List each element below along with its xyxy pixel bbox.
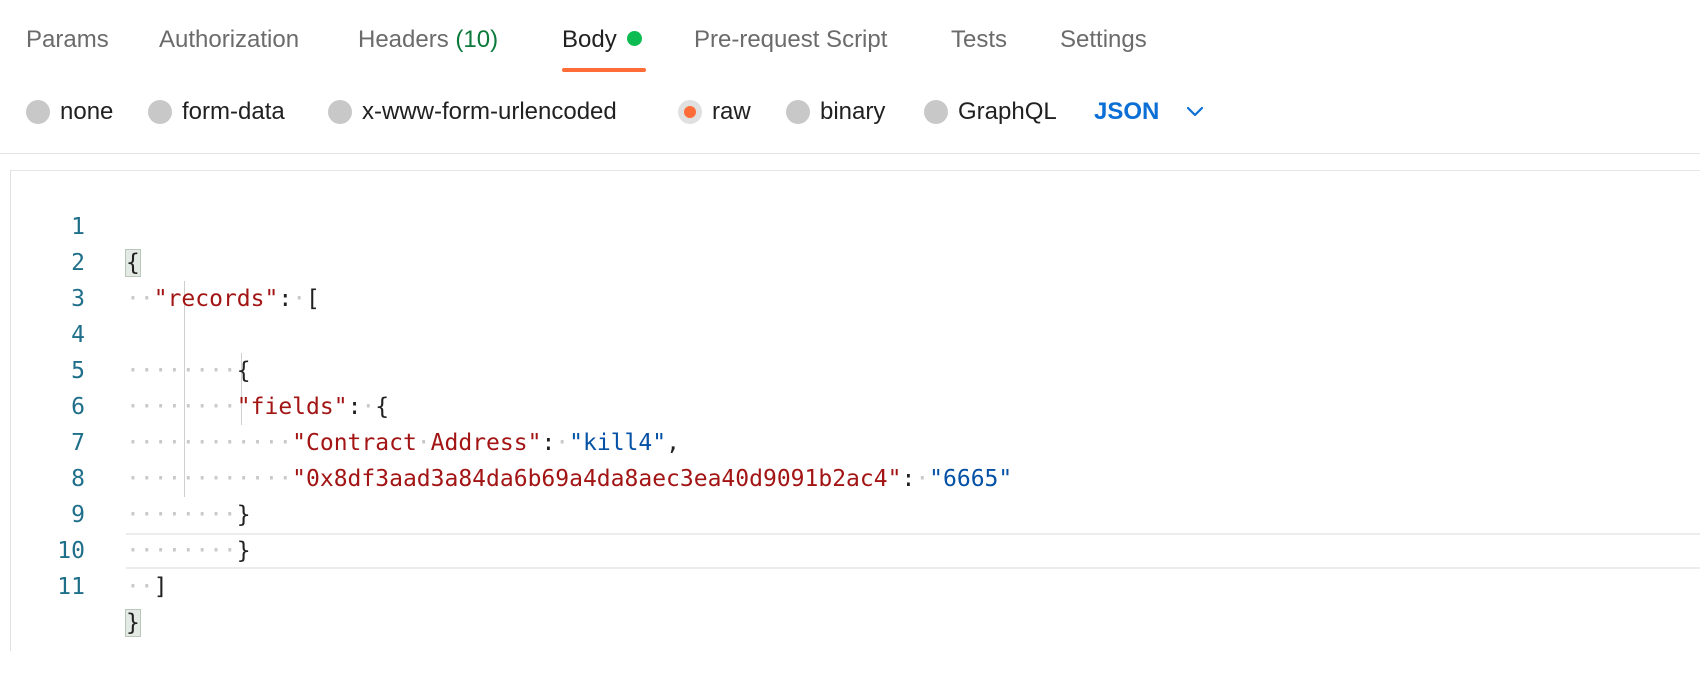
language-dropdown[interactable]: JSON xyxy=(1094,90,1205,134)
tab-headers-label: Headers xyxy=(358,26,449,53)
body-type-urlencoded[interactable]: x-www-form-urlencoded xyxy=(328,90,617,134)
code-line: 3 xyxy=(11,245,1700,312)
divider xyxy=(0,153,1700,154)
code-line: 10 ··] xyxy=(11,497,1700,600)
body-type-binary-label: binary xyxy=(820,98,886,125)
radio-binary-icon[interactable] xyxy=(786,100,810,124)
body-type-none-label: none xyxy=(60,98,114,125)
body-type-graphql-label: GraphQL xyxy=(958,98,1057,125)
radio-urlencoded-icon[interactable] xyxy=(328,100,352,124)
code-line: 2 ··"records":·[ xyxy=(11,209,1700,312)
code-line: 1 { xyxy=(11,173,1700,277)
tab-tests[interactable]: Tests xyxy=(951,22,1007,58)
tab-params[interactable]: Params xyxy=(26,22,109,58)
tab-body-label: Body xyxy=(562,26,617,53)
radio-graphql-icon[interactable] xyxy=(924,100,948,124)
tab-tests-label: Tests xyxy=(951,26,1008,53)
code-line: 4 ········{ xyxy=(11,281,1700,384)
code-text: } xyxy=(125,605,141,641)
code-line: 5 ········"fields":·{ xyxy=(11,317,1700,420)
radio-form-data-icon[interactable] xyxy=(148,100,172,124)
body-type-raw[interactable]: raw xyxy=(678,90,751,134)
tab-pre-request-script[interactable]: Pre-request Script xyxy=(694,22,887,58)
tab-headers[interactable]: Headers (10) xyxy=(358,22,498,58)
tab-body[interactable]: Body xyxy=(562,22,642,58)
tab-authorization[interactable]: Authorization xyxy=(159,22,299,58)
language-label: JSON xyxy=(1094,98,1160,125)
code-line: 9 ········} xyxy=(11,461,1700,564)
body-type-form-data-label: form-data xyxy=(182,98,285,125)
headers-count-badge: (10) xyxy=(455,26,499,53)
active-tab-indicator xyxy=(562,68,646,72)
body-type-urlencoded-label: x-www-form-urlencoded xyxy=(362,98,617,125)
code-editor[interactable]: 1 { 2 ··"records":·[ 3 4 ········{ 5 ···… xyxy=(10,170,1700,651)
bracket-match: } xyxy=(125,609,141,637)
radio-none-icon[interactable] xyxy=(26,100,50,124)
tab-settings[interactable]: Settings xyxy=(1060,22,1147,58)
code-line: 6 ············"Contract·Address":·"kill4… xyxy=(11,353,1700,456)
body-type-form-data[interactable]: form-data xyxy=(148,90,285,134)
body-type-none[interactable]: none xyxy=(26,90,113,134)
line-number: 11 xyxy=(57,574,85,600)
radio-raw-selected-icon[interactable] xyxy=(678,100,702,124)
tab-params-label: Params xyxy=(26,26,109,53)
tab-settings-label: Settings xyxy=(1060,26,1147,53)
code-line: 11 } xyxy=(11,533,1700,637)
code-line: 8 ········} xyxy=(11,425,1700,528)
code-text: ··] xyxy=(126,574,168,600)
request-tabs: Params Authorization Headers (10) Body P… xyxy=(0,0,1700,80)
code-line: 7 ············"0x8df3aad3a84da6b69a4da8a… xyxy=(11,389,1700,492)
body-type-binary[interactable]: binary xyxy=(786,90,885,134)
body-type-selector: none form-data x-www-form-urlencoded raw… xyxy=(0,90,1700,154)
chevron-down-icon xyxy=(1187,106,1204,117)
body-type-raw-label: raw xyxy=(712,98,751,125)
body-active-dot-icon xyxy=(626,31,642,47)
tab-pre-request-script-label: Pre-request Script xyxy=(694,26,888,53)
tab-authorization-label: Authorization xyxy=(159,26,300,53)
body-type-graphql[interactable]: GraphQL xyxy=(924,90,1057,134)
